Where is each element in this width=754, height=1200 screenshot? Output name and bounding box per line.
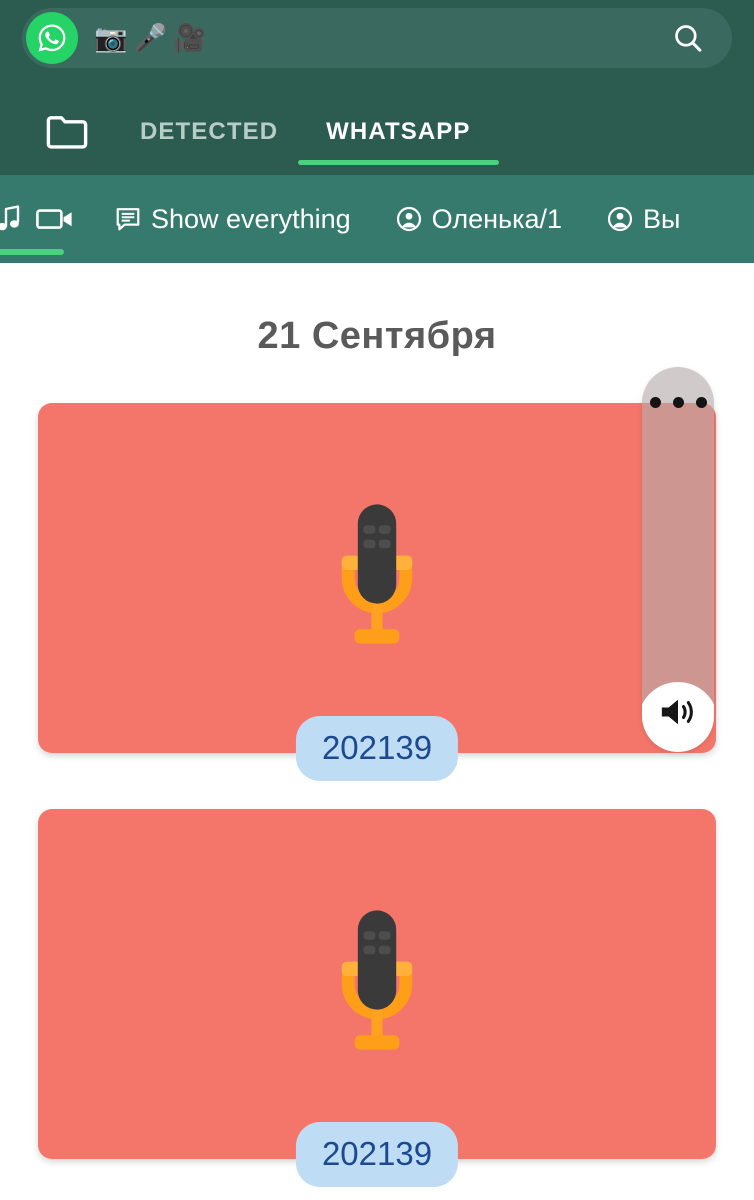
filter-bar: Show everything Оленька/1 Вы — [0, 175, 754, 263]
folder-icon[interactable] — [42, 107, 92, 157]
filter-chip-show-everything[interactable]: Show everything — [114, 175, 351, 263]
search-bar[interactable]: 📷 🎤 🎥 — [22, 8, 732, 68]
dot — [649, 397, 661, 408]
floating-scroll-panel[interactable] — [642, 367, 714, 752]
tab-detected[interactable]: DETECTED — [140, 88, 278, 175]
search-icon[interactable] — [666, 16, 710, 60]
microphone-icon — [341, 910, 413, 1050]
top-app-bar: 📷 🎤 🎥 DETECTED WHATSAPP — [0, 0, 754, 175]
volume-up-icon[interactable] — [642, 682, 714, 752]
tab-detected-label: DETECTED — [140, 117, 279, 145]
media-list[interactable]: 21 Сентября 202139 202139 — [0, 263, 754, 1200]
media-type-emoji-row: 📷 🎤 🎥 — [94, 24, 207, 52]
filter-chip-olenka[interactable]: Оленька/1 — [395, 175, 562, 263]
date-header: 21 Сентября — [257, 315, 497, 357]
media-filter-icons — [0, 175, 74, 263]
status-badge: 202139 — [295, 716, 459, 781]
table-row[interactable]: 202139 — [38, 809, 716, 1187]
filter-chip-vy-label: Вы — [643, 203, 681, 234]
more-horizontal-icon[interactable] — [649, 397, 707, 408]
dot — [672, 397, 684, 408]
movie-camera-emoji[interactable]: 🎥 — [173, 24, 207, 52]
camera-emoji[interactable]: 📷 — [94, 24, 128, 52]
media-card-wrapper: 202139 — [0, 809, 754, 1187]
filter-chip-show-everything-label: Show everything — [151, 203, 351, 234]
media-card-wrapper: 202139 — [0, 403, 754, 781]
microphone-icon — [341, 504, 413, 644]
tab-whatsapp-label: WHATSAPP — [326, 117, 471, 145]
tab-whatsapp[interactable]: WHATSAPP — [298, 88, 499, 175]
whatsapp-logo-icon — [26, 12, 78, 64]
tab-active-indicator — [298, 160, 499, 165]
filter-chip-vy[interactable]: Вы — [606, 175, 680, 263]
microphone-emoji[interactable]: 🎤 — [134, 24, 168, 52]
filter-chip-olenka-label: Оленька/1 — [431, 203, 563, 234]
music-note-icon[interactable] — [0, 204, 22, 234]
dot — [695, 397, 707, 408]
status-badge: 202139 — [295, 1122, 459, 1187]
app-root: 📷 🎤 🎥 DETECTED WHATSAPP Show everything … — [0, 0, 754, 1200]
media-filter-active-indicator — [0, 249, 64, 255]
video-camera-icon[interactable] — [36, 206, 74, 232]
table-row[interactable]: 202139 — [38, 403, 716, 781]
tab-bar: DETECTED WHATSAPP — [0, 88, 754, 175]
